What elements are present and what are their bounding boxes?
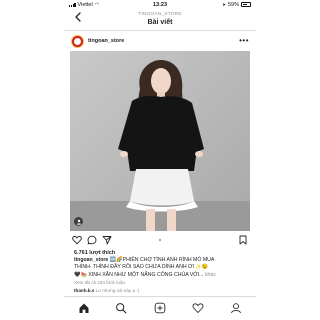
ellipsis-icon[interactable]: •••	[239, 36, 249, 45]
search-icon[interactable]	[115, 302, 127, 314]
post-caption: tingoan_store 🆕🌈PHIÊN CHỢ TÌNH ANH RÌNH …	[74, 257, 250, 279]
location-icon: ➤	[222, 1, 226, 7]
comment-preview: thanh.b.s Lo nhưng cái này ạ :)	[74, 288, 139, 293]
bookmark-icon[interactable]	[238, 235, 248, 245]
battery-fill	[242, 3, 248, 6]
navigation-header: TINGOAN_STORE Bài viết	[64, 9, 256, 31]
post-photo[interactable]	[70, 51, 250, 231]
avatar[interactable]	[71, 35, 84, 48]
battery-group: ➤ 59%	[222, 2, 251, 8]
caption-username[interactable]: tingoan_store	[74, 257, 108, 263]
caption-line-2: THÍNH- THÍNH ĐẦY RỒI SAO CHƯA DÍNH ANH Ơ…	[74, 264, 209, 271]
carousel-dot	[158, 239, 162, 242]
photo-image	[70, 51, 250, 231]
battery-icon	[241, 2, 251, 7]
bottom-tab-bar	[64, 296, 256, 320]
user-tag-icon[interactable]	[74, 217, 83, 226]
comment-text: Lo nhưng cái này ạ :)	[95, 288, 140, 293]
instagram-app: Viettel ◠ 13:23 ➤ 59% TINGOAN_STORE Bài …	[64, 0, 256, 320]
profile-icon[interactable]	[230, 302, 242, 314]
caption-more-link[interactable]: khác	[205, 272, 216, 278]
caption-line-3: 🖤🍉 XINH XẮN NHƯ MỘT NẮNG CÔNG CHÚA VỚI..…	[74, 271, 204, 278]
nav-username: TINGOAN_STORE	[138, 12, 182, 17]
post-header: tingoan_store •••	[64, 31, 256, 51]
likes-count[interactable]: 6.761 lượt thích	[74, 250, 115, 256]
add-post-icon[interactable]	[154, 302, 166, 314]
home-icon[interactable]	[78, 302, 90, 314]
caption-line-1: 🆕🌈PHIÊN CHỢ TÌNH ANH RÌNH MÒ MUA	[108, 257, 215, 263]
page-title: Bài viết	[147, 19, 173, 26]
post-actions	[64, 233, 256, 247]
carousel-dots	[64, 239, 256, 242]
comment-username[interactable]: thanh.b.s	[74, 288, 94, 293]
post-username[interactable]: tingoan_store	[88, 38, 124, 44]
view-all-comments-link[interactable]: Xem tất cả 234 bình luận	[74, 280, 125, 285]
battery-percent: 59%	[227, 1, 239, 8]
status-bar: Viettel ◠ 13:23 ➤ 59%	[64, 0, 256, 9]
activity-heart-icon[interactable]	[192, 302, 204, 314]
